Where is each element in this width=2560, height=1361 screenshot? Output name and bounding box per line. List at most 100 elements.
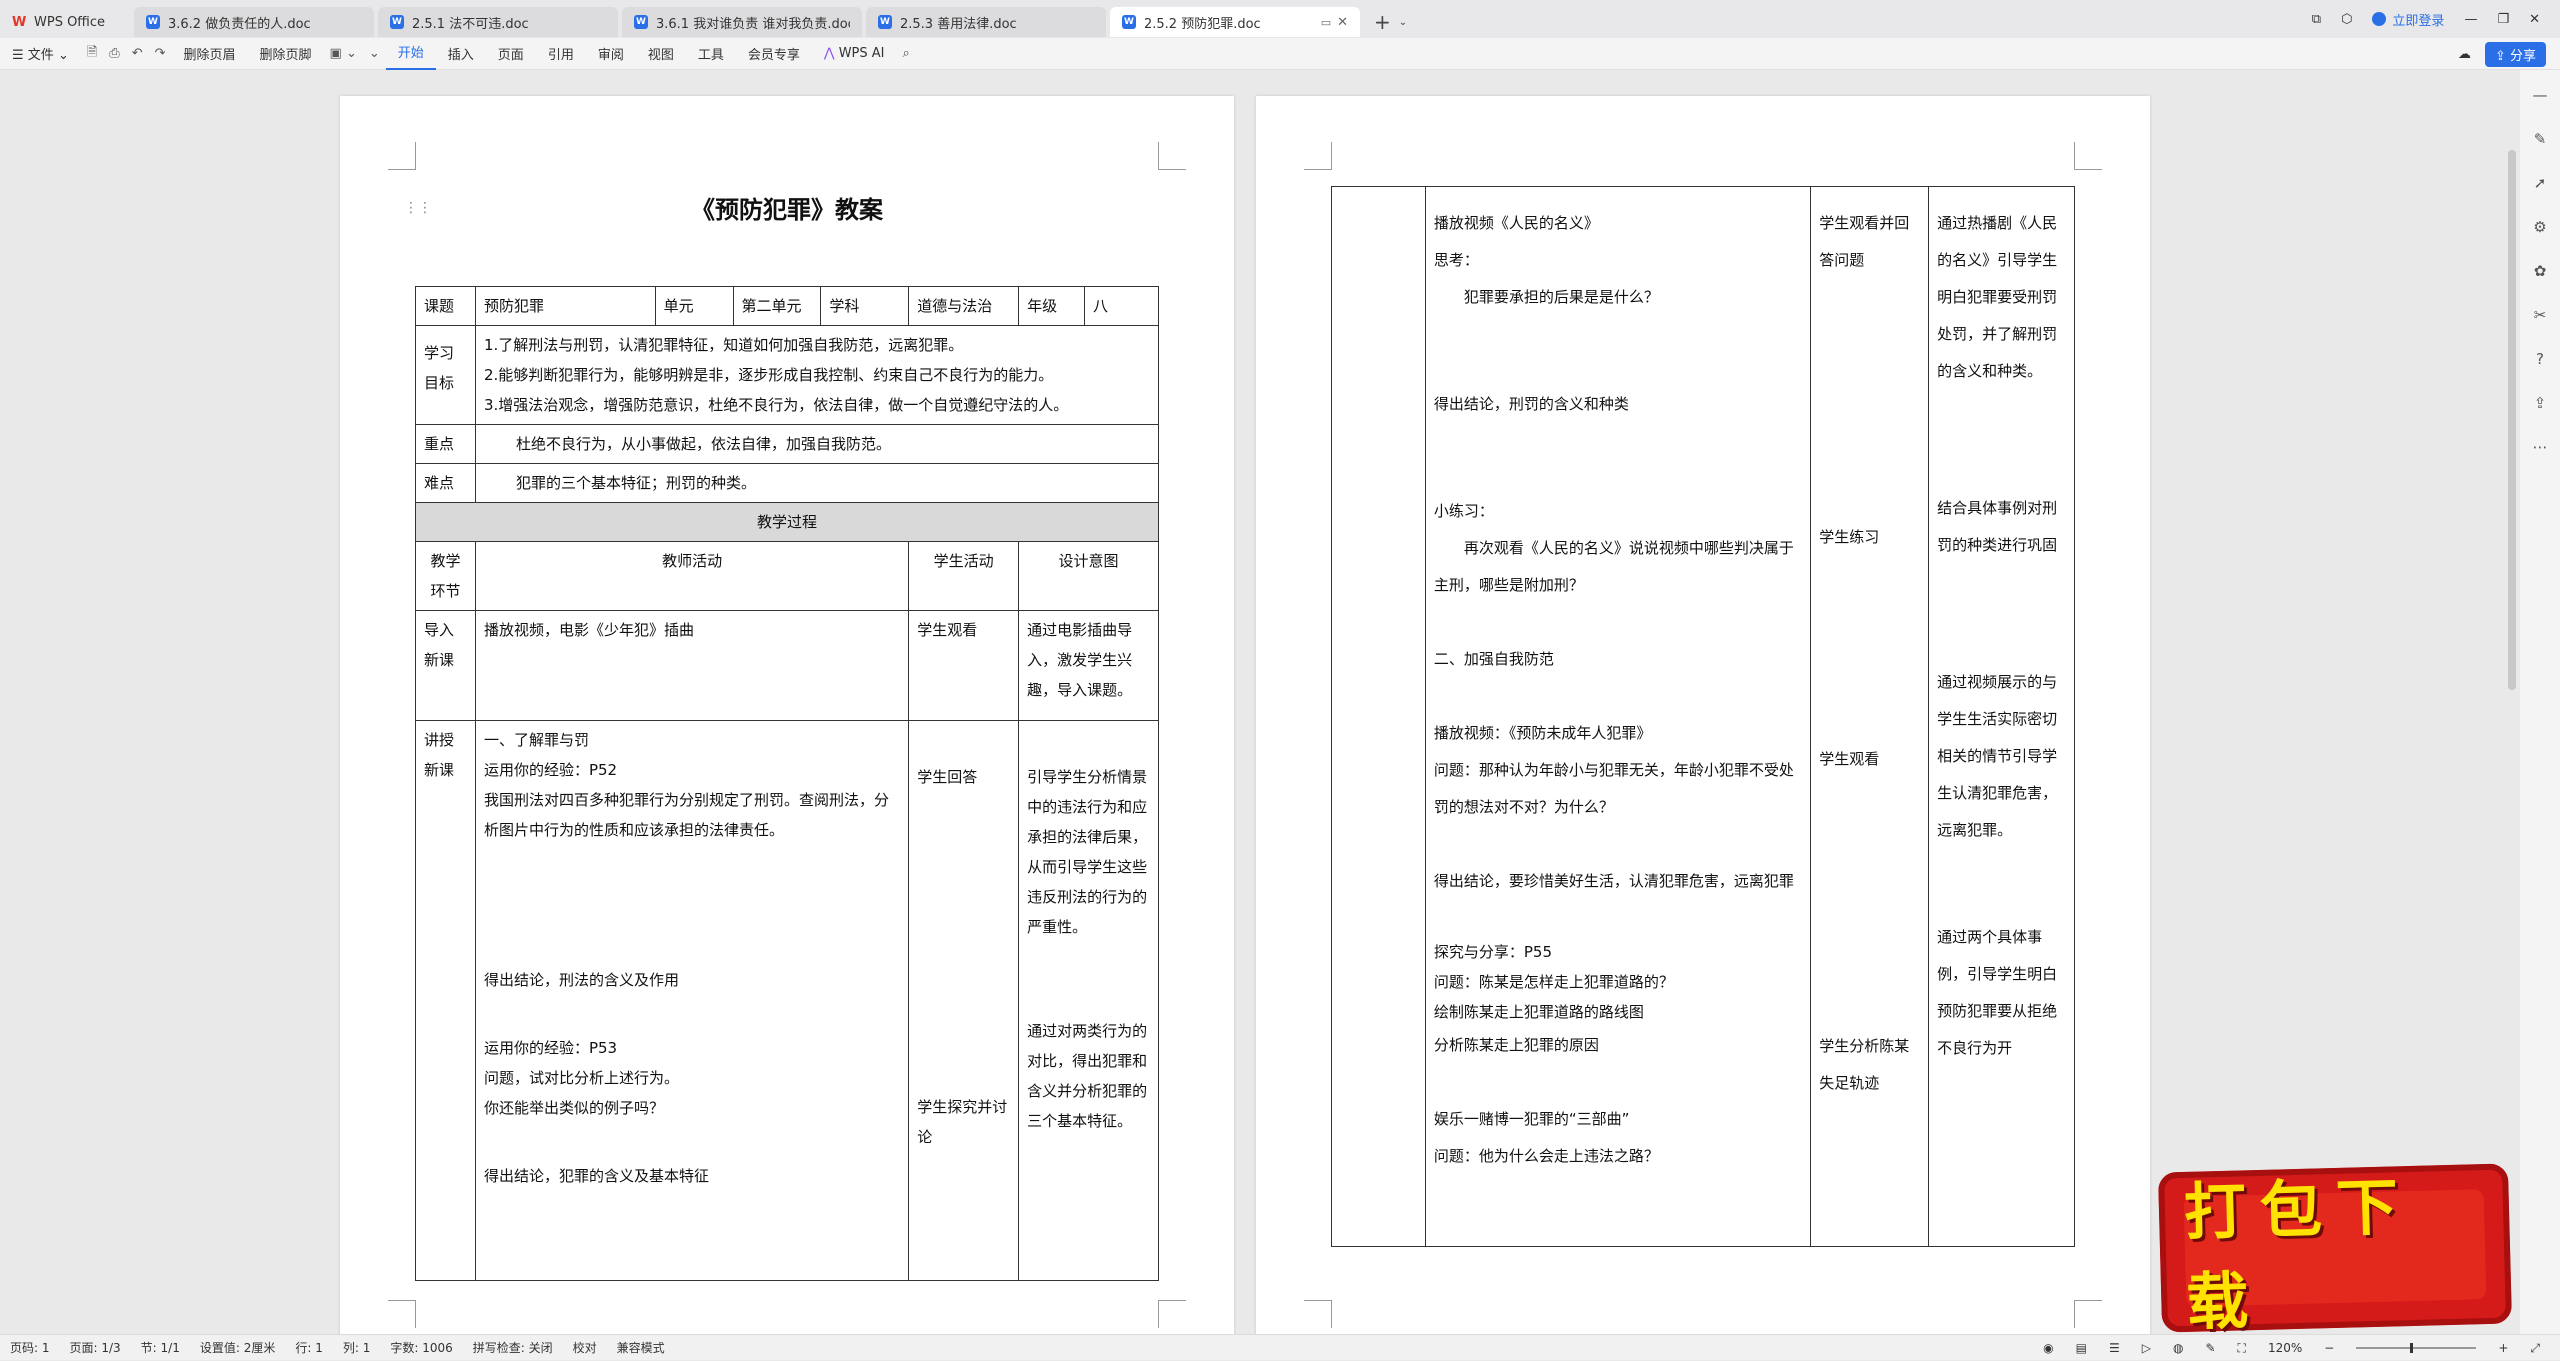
menu-tab-member[interactable]: 会员专享 bbox=[736, 44, 812, 63]
status-compat[interactable]: 兼容模式 bbox=[607, 1339, 675, 1356]
cell-grade-label[interactable]: 年级 bbox=[1018, 286, 1086, 326]
cell-difficult-label[interactable]: 难点 bbox=[415, 463, 476, 503]
cell-key-label[interactable]: 重点 bbox=[415, 424, 476, 464]
cell-design[interactable]: 通过电影插曲导入，激发学生兴趣，导入课题。 bbox=[1018, 610, 1159, 721]
page-view-icon[interactable]: ▤ bbox=[2076, 1341, 2087, 1355]
status-proof[interactable]: 校对 bbox=[563, 1339, 607, 1356]
status-words[interactable]: 字数: 1006 bbox=[380, 1339, 462, 1356]
cell-teacher[interactable]: 一、了解罪与罚 运用你的经验：P52 我国刑法对四百多种犯罪行为分别规定了刑罚。… bbox=[474, 720, 910, 1281]
login-button[interactable]: 立即登录 bbox=[2372, 10, 2444, 29]
eye-icon[interactable]: ◉ bbox=[2043, 1341, 2053, 1355]
fullscreen-icon[interactable]: ⤢ bbox=[2530, 1341, 2540, 1356]
maximize-icon[interactable]: ❐ bbox=[2497, 12, 2509, 27]
menu-tab-reference[interactable]: 引用 bbox=[536, 44, 586, 63]
close-window-icon[interactable]: ✕ bbox=[2529, 12, 2540, 27]
status-pages[interactable]: 页面: 1/3 bbox=[60, 1339, 131, 1356]
tools-icon[interactable]: ✂ bbox=[2534, 306, 2547, 324]
status-row[interactable]: 行: 1 bbox=[285, 1339, 333, 1356]
lesson-plan-table[interactable]: 课题 预防犯罪 单元 第二单元 学科 道德与法治 年级 八 学习 目标 1.了解… bbox=[415, 286, 1160, 1281]
cell-design[interactable]: 通过热播剧《人民的名义》引导学生明白犯罪要受刑罚处罚，并了解刑罚的含义和种类。 … bbox=[1928, 186, 2075, 1247]
cell-subject-label[interactable]: 学科 bbox=[820, 286, 910, 326]
download-badge[interactable]: 打包下载 bbox=[2157, 1163, 2513, 1339]
file-menu[interactable]: ☰ 文件 ⌄ bbox=[0, 44, 81, 63]
document-title[interactable]: 《预防犯罪》教案 bbox=[340, 190, 1234, 225]
menu-tab-tools[interactable]: 工具 bbox=[686, 44, 736, 63]
zoom-slider[interactable] bbox=[2356, 1343, 2477, 1353]
wps-ai-button[interactable]: ⋀ WPS AI bbox=[812, 46, 897, 61]
help-icon[interactable]: ? bbox=[2536, 350, 2544, 368]
save-icon[interactable]: 🗎 bbox=[81, 43, 103, 65]
web-icon[interactable]: ◍ bbox=[2173, 1341, 2183, 1355]
header-teacher[interactable]: 教师活动 bbox=[474, 541, 910, 611]
cell-teacher[interactable]: 播放视频，电影《少年犯》插曲 bbox=[474, 610, 910, 721]
close-tab-icon[interactable]: ✕ bbox=[1337, 15, 1348, 30]
style-icon[interactable]: ✿ bbox=[2534, 262, 2547, 280]
collapse-icon[interactable]: — bbox=[2533, 86, 2548, 104]
tab-doc[interactable]: W 2.5.3 善用法律.doc bbox=[866, 7, 1106, 37]
zoom-out-icon[interactable]: − bbox=[2324, 1341, 2334, 1355]
undo-icon[interactable]: ↶ bbox=[126, 46, 149, 61]
format-icon[interactable]: ▣ ⌄ bbox=[324, 46, 363, 61]
menu-tab-view[interactable]: 视图 bbox=[636, 44, 686, 63]
cell-key[interactable]: 杜绝不良行为，从小事做起，依法自律，加强自我防范。 bbox=[474, 424, 1160, 464]
menu-tab-insert[interactable]: 插入 bbox=[436, 44, 486, 63]
cell-unit-value[interactable]: 第二单元 bbox=[732, 286, 822, 326]
zoom-value[interactable]: 120% bbox=[2268, 1341, 2302, 1355]
cloud-icon[interactable]: ☁ bbox=[2458, 47, 2471, 62]
document-canvas[interactable]: ⋮⋮ 《预防犯罪》教案 课题 预防犯罪 单元 第二单元 学科 道德与法治 年级 … bbox=[0, 70, 2520, 1334]
header-design[interactable]: 设计意图 bbox=[1018, 541, 1159, 611]
monitor-icon[interactable]: ▭ bbox=[1321, 16, 1331, 29]
edit-icon[interactable]: ✎ bbox=[2205, 1341, 2215, 1355]
outline-icon[interactable]: ☰ bbox=[2109, 1341, 2120, 1355]
cell-stage[interactable]: 导入新课 bbox=[415, 610, 476, 721]
cell-grade-value[interactable]: 八 bbox=[1084, 286, 1159, 326]
redo-icon[interactable]: ↷ bbox=[149, 46, 172, 61]
chevron-down-icon[interactable]: ⌄ bbox=[1399, 17, 1407, 28]
adjust-icon[interactable]: ⚙ bbox=[2533, 218, 2546, 236]
cell-subject-value[interactable]: 道德与法治 bbox=[908, 286, 1020, 326]
delete-footer-button[interactable]: 删除页脚 bbox=[248, 44, 324, 63]
vertical-scrollbar[interactable] bbox=[2508, 150, 2516, 690]
tab-home[interactable]: W WPS Office bbox=[0, 7, 130, 37]
fit-icon[interactable]: ⛶ bbox=[2238, 1341, 2246, 1356]
cell-student[interactable]: 学生回答 学生探究并讨论 bbox=[908, 720, 1020, 1281]
status-page-no[interactable]: 页码: 1 bbox=[0, 1339, 60, 1356]
cell-topic-value[interactable]: 预防犯罪 bbox=[474, 286, 656, 326]
share-button[interactable]: ⇪ 分享 bbox=[2484, 41, 2546, 67]
share-doc-icon[interactable]: ⇪ bbox=[2534, 394, 2547, 412]
zoom-knob[interactable] bbox=[2410, 1343, 2414, 1353]
cell-difficult[interactable]: 犯罪的三个基本特征；刑罚的种类。 bbox=[474, 463, 1160, 503]
cell-goals[interactable]: 1.了解刑法与刑罚，认清犯罪特征，知道如何加强自我防范，远离犯罪。 2.能够判断… bbox=[474, 325, 1160, 425]
header-student[interactable]: 学生活动 bbox=[908, 541, 1020, 611]
cell-design[interactable]: 引导学生分析情景中的违法行为和应承担的法律后果，从而引导学生这些违反刑法的行为的… bbox=[1018, 720, 1159, 1281]
cell-stage[interactable]: 讲授新课 bbox=[415, 720, 476, 1281]
menu-tab-review[interactable]: 审阅 bbox=[586, 44, 636, 63]
tab-doc[interactable]: W 2.5.1 法不可违.doc bbox=[378, 7, 618, 37]
cell-student[interactable]: 学生观看并回答问题 学生练习 学生观看 学生分析陈某失足轨迹 bbox=[1810, 186, 1930, 1247]
print-icon[interactable]: ⎙ bbox=[103, 46, 125, 61]
pen-icon[interactable]: ✎ bbox=[2534, 130, 2547, 148]
cell-topic-label[interactable]: 课题 bbox=[415, 286, 476, 326]
cell-teacher[interactable]: 播放视频《人民的名义》 思考： 犯罪要承担的后果是是什么？ 得出结论，刑罚的含义… bbox=[1424, 186, 1812, 1247]
more-chevron-icon[interactable]: ⌄ bbox=[363, 46, 386, 61]
new-tab-icon[interactable]: + bbox=[1374, 10, 1391, 34]
restore-icon[interactable]: ⧉ bbox=[2312, 12, 2321, 27]
more-icon[interactable]: ⋯ bbox=[2533, 438, 2548, 456]
cell-student[interactable]: 学生观看 bbox=[908, 610, 1020, 721]
status-section[interactable]: 节: 1/1 bbox=[131, 1339, 190, 1356]
status-spell[interactable]: 拼写检查: 关闭 bbox=[463, 1339, 563, 1356]
lesson-plan-table-cont[interactable]: 播放视频《人民的名义》 思考： 犯罪要承担的后果是是什么？ 得出结论，刑罚的含义… bbox=[1331, 186, 2075, 1247]
search-icon[interactable]: ⌕ bbox=[897, 46, 916, 61]
cell-process-title[interactable]: 教学过程 bbox=[415, 502, 1159, 542]
page-2[interactable]: 播放视频《人民的名义》 思考： 犯罪要承担的后果是是什么？ 得出结论，刑罚的含义… bbox=[1256, 96, 2150, 1334]
delete-header-button[interactable]: 删除页眉 bbox=[172, 44, 248, 63]
tab-doc[interactable]: W 3.6.2 做负责任的人.doc bbox=[134, 7, 374, 37]
minimize-icon[interactable]: — bbox=[2464, 12, 2477, 27]
cell-goals-label[interactable]: 学习 目标 bbox=[415, 325, 476, 425]
menu-tab-page[interactable]: 页面 bbox=[486, 44, 536, 63]
cell-stage[interactable] bbox=[1331, 186, 1426, 1247]
status-col[interactable]: 列: 1 bbox=[333, 1339, 381, 1356]
cell-unit-label[interactable]: 单元 bbox=[654, 286, 734, 326]
tab-doc-active[interactable]: W 2.5.2 预防犯罪.doc ▭ ✕ bbox=[1110, 7, 1360, 37]
zoom-in-icon[interactable]: + bbox=[2498, 1341, 2508, 1355]
